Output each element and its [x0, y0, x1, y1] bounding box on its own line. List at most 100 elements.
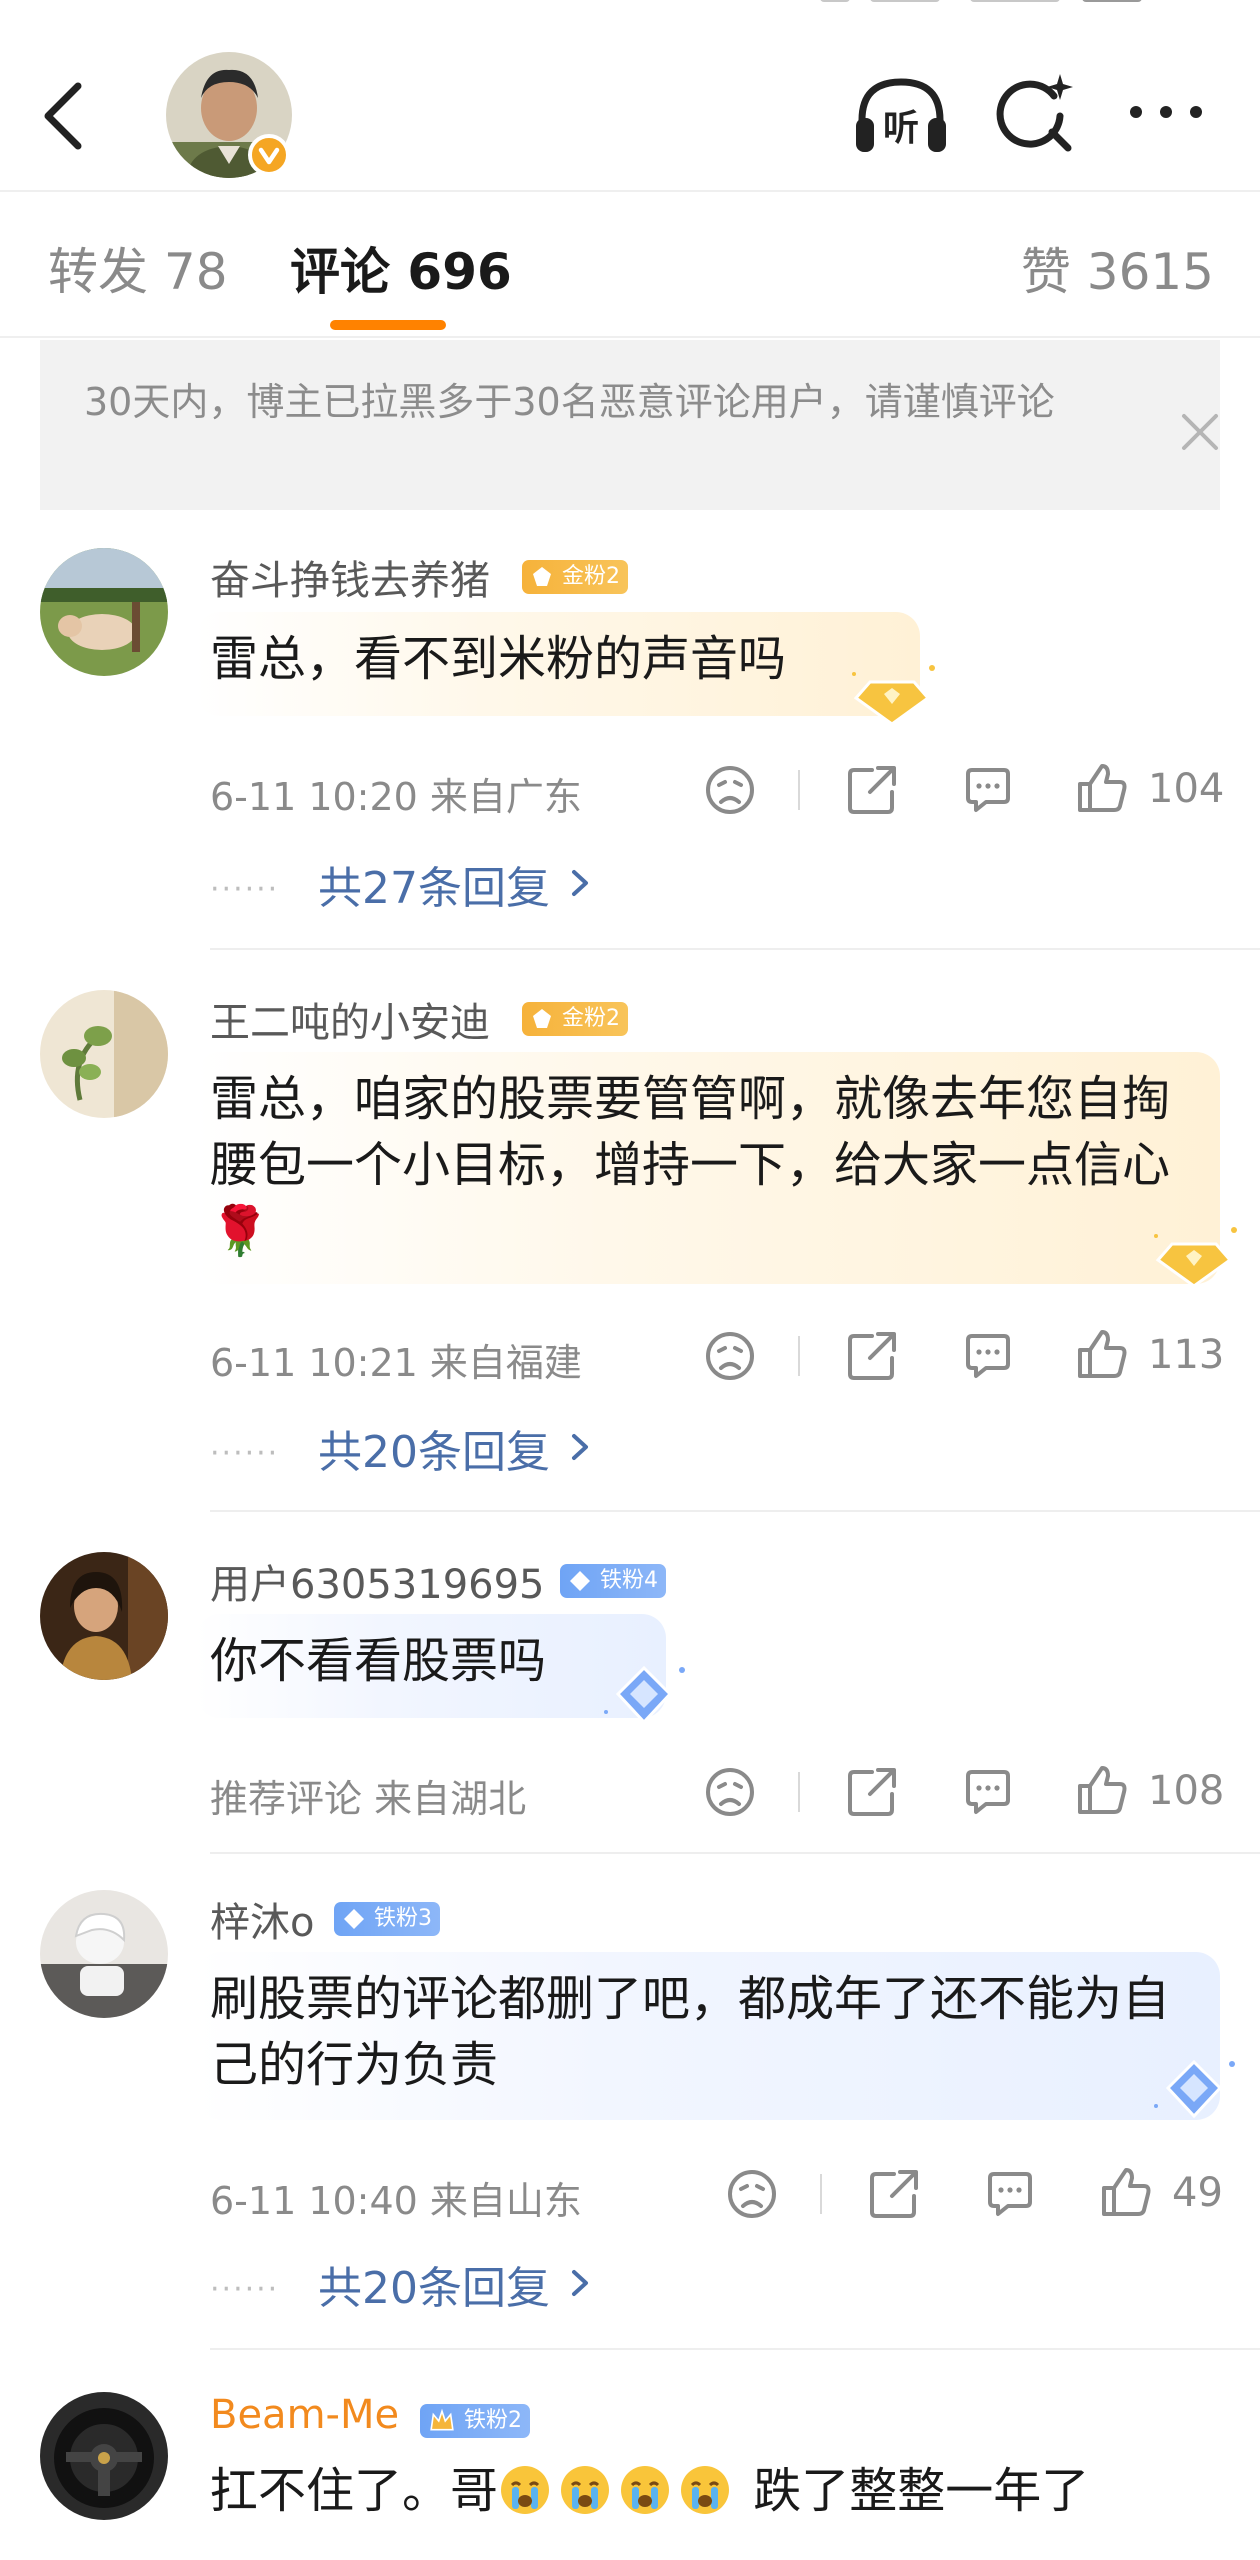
dislike-button[interactable]	[700, 760, 760, 820]
share-button[interactable]	[864, 2164, 924, 2224]
commenter-avatar[interactable]	[40, 548, 168, 676]
commenter-avatar[interactable]	[40, 990, 168, 1118]
more-dots-icon	[1130, 106, 1202, 118]
action-separator	[798, 1336, 800, 1376]
fan-level-badge: 铁粉4	[560, 1564, 666, 1598]
like-count: 49	[1172, 2170, 1223, 2216]
comment-divider	[210, 2348, 1260, 2350]
sad-face-icon	[728, 2170, 776, 2218]
view-replies-link[interactable]: 共20条回复	[318, 2252, 550, 2316]
verified-v-icon	[258, 147, 280, 165]
comment-text: 雷总，看不到米粉的声音吗	[210, 631, 787, 687]
tab-repost[interactable]: 转发 78	[48, 232, 228, 304]
gold-gem-icon	[852, 665, 935, 726]
fan-level-badge: 铁粉3	[334, 1902, 440, 1936]
comment-item: 奋斗挣钱去养猪 金粉2 雷总，看不到米粉的声音吗 6-11 10:20 来自广东…	[0, 548, 1260, 950]
block-notice-banner: 30天内，博主已拉黑多于30名恶意评论用户，请谨慎评论	[40, 340, 1220, 510]
sad-face-icon	[706, 766, 754, 814]
search-sparkle-icon	[996, 74, 1073, 152]
comment-icon	[988, 2172, 1032, 2216]
thumbs-up-icon	[1078, 764, 1127, 812]
dislike-button[interactable]	[722, 2164, 782, 2224]
comment-item: 用户6305319695 铁粉4 你不看看股票吗 推荐评论 来自湖北 108	[0, 1552, 1260, 1854]
comment-item: Beam-Me 铁粉2 扛不住了。哥 跌了整整一年了	[0, 2392, 1260, 2560]
comment-meta: 推荐评论 来自湖北	[210, 1777, 527, 1821]
commenter-name[interactable]: 梓沐o	[210, 1890, 314, 1948]
like-button[interactable]	[1072, 758, 1132, 818]
search-button[interactable]	[994, 72, 1078, 156]
tab-likes[interactable]: 赞 3615	[1021, 232, 1214, 304]
thumbs-up-icon	[1102, 2168, 1151, 2216]
blue-diamond-icon	[1154, 2059, 1235, 2119]
like-count: 108	[1148, 1768, 1225, 1814]
svg-text:听: 听	[883, 108, 919, 149]
reply-dots: ······	[210, 872, 280, 907]
share-icon	[848, 766, 896, 814]
commenter-name[interactable]: Beam-Me	[210, 2392, 399, 2438]
crown-icon	[430, 2408, 454, 2431]
like-count: 104	[1148, 766, 1225, 812]
back-button[interactable]	[34, 76, 98, 156]
chevron-right-icon	[572, 870, 588, 896]
comment-text: 雷总，咱家的股票要管管啊，就像去年您自掏腰包一个小目标，增持一下，给大家一点信心…	[210, 1071, 1171, 1259]
top-bar: 听	[0, 0, 1260, 190]
comment-meta: 6-11 10:40 来自山东	[210, 2179, 582, 2223]
more-options-button[interactable]	[1124, 92, 1208, 132]
commenter-avatar[interactable]	[40, 2392, 168, 2520]
dislike-button[interactable]	[700, 1762, 760, 1822]
reply-button[interactable]	[980, 2164, 1040, 2224]
comment-divider	[210, 1852, 1260, 1854]
tab-bar: 转发 78 评论 696 赞 3615	[0, 190, 1260, 338]
chevron-left-icon	[44, 82, 82, 150]
commenter-avatar[interactable]	[40, 1890, 168, 2018]
headphones-listen-icon: 听	[856, 78, 946, 152]
reply-dots: ······	[210, 1436, 280, 1471]
thumbs-up-icon	[1078, 1330, 1127, 1378]
action-separator	[798, 770, 800, 810]
reply-button[interactable]	[958, 1762, 1018, 1822]
dislike-button[interactable]	[700, 1326, 760, 1386]
gold-fan-icon	[533, 1009, 551, 1028]
commenter-name[interactable]: 王二吨的小安迪	[210, 990, 490, 1048]
close-icon	[1182, 414, 1218, 450]
diamond-fan-icon	[344, 1909, 364, 1929]
notice-close-button[interactable]	[1170, 402, 1230, 462]
reply-button[interactable]	[958, 1326, 1018, 1386]
active-tab-indicator	[330, 320, 446, 330]
chevron-right-icon	[572, 1434, 588, 1460]
listen-button[interactable]: 听	[852, 74, 950, 158]
commenter-name[interactable]: 奋斗挣钱去养猪	[210, 548, 490, 606]
comment-item: 梓沐o 铁粉3 刷股票的评论都删了吧，都成年了还不能为自己的行为负责 6-11 …	[0, 1890, 1260, 2350]
crying-emoji-icon	[501, 2466, 550, 2514]
blue-diamond-icon	[604, 1665, 685, 1725]
commenter-name[interactable]: 用户6305319695	[210, 1552, 545, 1610]
crying-emoji-icon	[681, 2466, 730, 2514]
comment-icon	[966, 1770, 1010, 1814]
verified-badge	[248, 134, 290, 176]
action-separator	[798, 1772, 800, 1812]
view-replies-link[interactable]: 共20条回复	[318, 1416, 550, 1480]
like-count: 113	[1148, 1332, 1225, 1378]
sad-face-icon	[706, 1332, 754, 1380]
commenter-avatar[interactable]	[40, 1552, 168, 1680]
share-button[interactable]	[842, 1762, 902, 1822]
status-bar-fragment	[820, 0, 1160, 8]
reply-dots: ······	[210, 2272, 280, 2307]
diamond-fan-icon	[570, 1571, 590, 1591]
view-replies-link[interactable]: 共27条回复	[318, 852, 550, 916]
share-button[interactable]	[842, 1326, 902, 1386]
reply-button[interactable]	[958, 760, 1018, 820]
comment-text: 你不看看股票吗	[210, 1633, 547, 1689]
comment-meta: 6-11 10:21 来自福建	[210, 1341, 582, 1385]
thumbs-up-icon	[1078, 1766, 1127, 1814]
tab-comments[interactable]: 评论 696	[290, 232, 512, 304]
comment-icon	[966, 768, 1010, 812]
share-icon	[848, 1332, 896, 1380]
like-button[interactable]	[1096, 2162, 1156, 2222]
fan-level-badge: 金粉2	[522, 1002, 628, 1036]
like-button[interactable]	[1072, 1324, 1132, 1384]
like-button[interactable]	[1072, 1760, 1132, 1820]
comment-divider	[210, 1510, 1260, 1512]
fan-level-badge: 铁粉2	[420, 2404, 530, 2438]
share-button[interactable]	[842, 760, 902, 820]
